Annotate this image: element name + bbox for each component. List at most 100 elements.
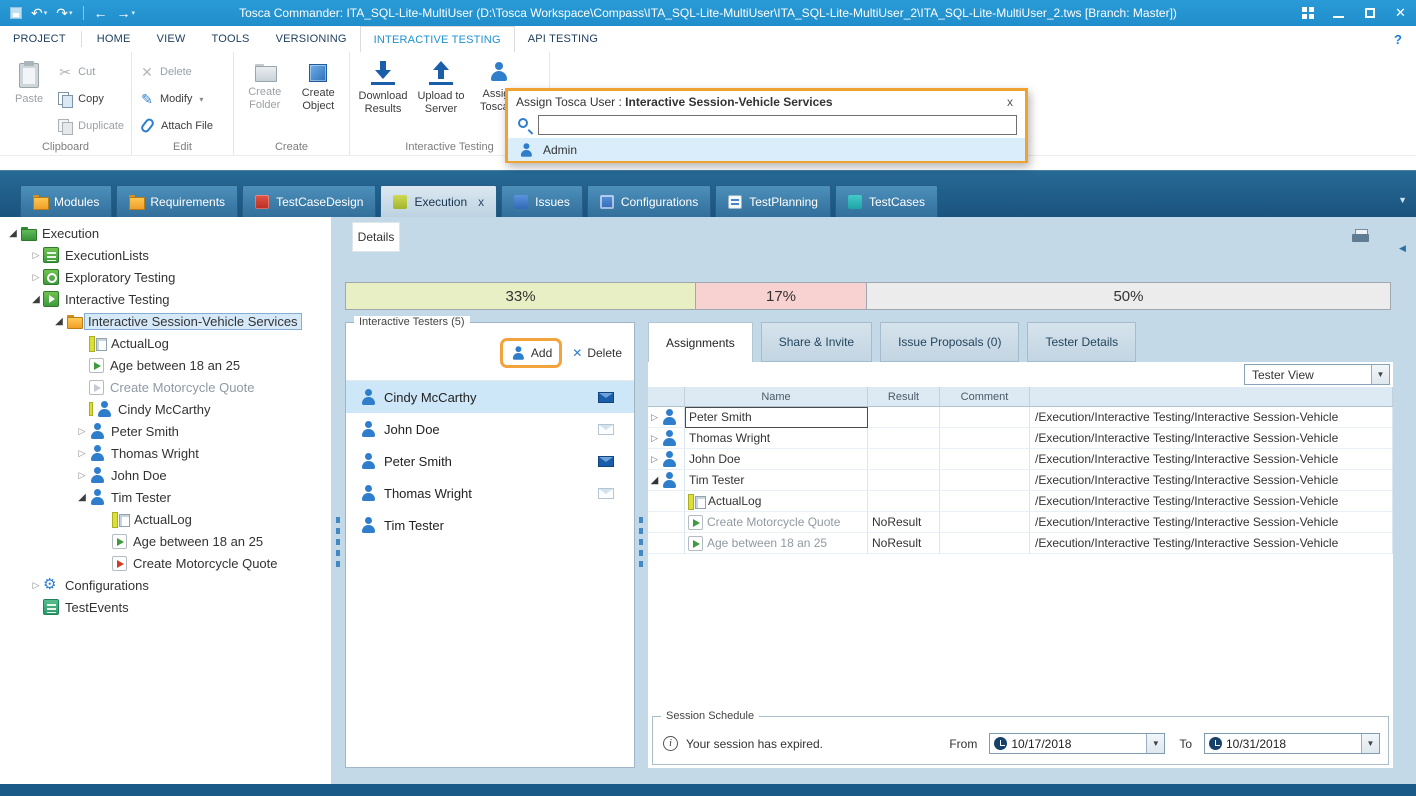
splitter-handle[interactable] xyxy=(336,517,340,571)
tree-item-execution[interactable]: ◢Execution xyxy=(0,222,331,244)
expander-icon[interactable]: ▷ xyxy=(75,470,89,481)
cut-button[interactable]: Cut xyxy=(54,63,127,81)
tester-view-dropdown[interactable]: Tester View ▼ xyxy=(1244,364,1390,385)
close-button[interactable]: ✕ xyxy=(1385,0,1416,26)
save-button[interactable] xyxy=(6,2,26,24)
expander-icon[interactable]: ▷ xyxy=(29,580,43,591)
close-tab-icon[interactable]: x xyxy=(478,195,484,209)
tree-item-interactive-session-vehicle-services[interactable]: ◢Interactive Session-Vehicle Services xyxy=(0,310,331,332)
chevron-down-icon[interactable]: ▼ xyxy=(1361,734,1379,753)
navigate-back-button[interactable]: ← xyxy=(90,2,112,24)
expander-icon[interactable]: ▷ xyxy=(648,454,661,465)
help-button[interactable]: ? xyxy=(1380,26,1416,52)
tab-details[interactable]: Details xyxy=(352,222,400,252)
expander-icon[interactable]: ◢ xyxy=(75,492,89,503)
expander-icon[interactable]: ◢ xyxy=(52,316,66,327)
create-folder-button[interactable]: Create Folder xyxy=(238,56,292,112)
copy-button[interactable]: Copy xyxy=(54,90,127,108)
assignment-row-age-between-18-an-25[interactable]: Age between 18 an 25NoResult/Execution/I… xyxy=(648,533,1393,554)
tree-item-thomas-wright[interactable]: ▷Thomas Wright xyxy=(0,442,331,464)
expander-icon[interactable]: ▷ xyxy=(648,433,661,444)
tester-row-tim-tester[interactable]: Tim Tester xyxy=(346,509,634,541)
tree-item-age-between-18-an-25[interactable]: Age between 18 an 25 xyxy=(0,354,331,376)
maximize-button[interactable] xyxy=(1354,0,1385,26)
header-name[interactable]: Name xyxy=(685,387,868,407)
tab-testcases[interactable]: TestCases xyxy=(835,185,938,217)
tree-item-peter-smith[interactable]: ▷Peter Smith xyxy=(0,420,331,442)
tab-issues[interactable]: Issues xyxy=(501,185,583,217)
upload-to-server-button[interactable]: Upload to Server xyxy=(412,56,470,116)
tree-item-john-doe[interactable]: ▷John Doe xyxy=(0,464,331,486)
close-icon[interactable]: x xyxy=(1003,95,1017,109)
menu-tab-project[interactable]: PROJECT xyxy=(0,26,79,52)
menu-tab-versioning[interactable]: VERSIONING xyxy=(263,26,360,52)
collapse-panel-arrow-icon[interactable]: ◀ xyxy=(1399,243,1406,254)
assignment-row-actuallog[interactable]: ActualLog/Execution/Interactive Testing/… xyxy=(648,491,1393,512)
chevron-down-icon[interactable]: ▾ xyxy=(69,9,73,17)
redo-button[interactable]: ↷▾ xyxy=(52,2,76,24)
tab-overflow-chevron-icon[interactable]: ▼ xyxy=(1398,195,1407,205)
menu-tab-interactive-testing[interactable]: INTERACTIVE TESTING xyxy=(360,26,515,52)
header-comment[interactable]: Comment xyxy=(940,387,1030,407)
menu-tab-view[interactable]: VIEW xyxy=(144,26,199,52)
delete-button[interactable]: Delete xyxy=(136,63,216,81)
expander-icon[interactable]: ▷ xyxy=(29,272,43,283)
expander-icon[interactable]: ◢ xyxy=(648,475,661,486)
assignment-row-john-doe[interactable]: ▷John Doe/Execution/Interactive Testing/… xyxy=(648,449,1393,470)
undo-button[interactable]: ↶▾ xyxy=(27,2,51,24)
tree-item-actuallog[interactable]: ActualLog xyxy=(0,508,331,530)
attach-file-button[interactable]: Attach File xyxy=(136,117,216,134)
expander-icon[interactable]: ◢ xyxy=(29,294,43,305)
menu-tab-home[interactable]: HOME xyxy=(84,26,144,52)
tester-row-peter-smith[interactable]: Peter Smith xyxy=(346,445,634,477)
minimize-button[interactable] xyxy=(1323,0,1354,26)
chevron-down-icon[interactable]: ▼ xyxy=(1371,365,1389,384)
tab-requirements[interactable]: Requirements xyxy=(116,185,238,217)
menu-tab-tools[interactable]: TOOLS xyxy=(198,26,262,52)
expander-icon[interactable]: ▷ xyxy=(648,412,661,423)
tree-item-create-motorcycle-quote[interactable]: Create Motorcycle Quote xyxy=(0,552,331,574)
tab-testplanning[interactable]: TestPlanning xyxy=(715,185,831,217)
tree-item-configurations[interactable]: ▷Configurations xyxy=(0,574,331,596)
tree-item-cindy-mccarthy[interactable]: Cindy McCarthy xyxy=(0,398,331,420)
tester-row-cindy-mccarthy[interactable]: Cindy McCarthy xyxy=(346,381,634,413)
header-result[interactable]: Result xyxy=(868,387,940,407)
tree-item-interactive-testing[interactable]: ◢Interactive Testing xyxy=(0,288,331,310)
assignment-row-thomas-wright[interactable]: ▷Thomas Wright/Execution/Interactive Tes… xyxy=(648,428,1393,449)
assignment-row-create-motorcycle-quote[interactable]: Create Motorcycle QuoteNoResult/Executio… xyxy=(648,512,1393,533)
chevron-down-icon[interactable]: ▾ xyxy=(44,9,48,17)
duplicate-button[interactable]: Duplicate xyxy=(54,117,127,135)
expander-icon[interactable]: ▷ xyxy=(29,250,43,261)
create-object-button[interactable]: Create Object xyxy=(292,56,346,113)
tree-item-actuallog[interactable]: ActualLog xyxy=(0,332,331,354)
add-tester-button[interactable]: Add xyxy=(510,345,552,361)
from-date-picker[interactable]: 10/17/2018 ▼ xyxy=(989,733,1165,754)
tree-item-tim-tester[interactable]: ◢Tim Tester xyxy=(0,486,331,508)
tree-item-testevents[interactable]: TestEvents xyxy=(0,596,331,618)
menu-tab-api-testing[interactable]: API TESTING xyxy=(515,26,611,52)
apps-grid-button[interactable] xyxy=(1292,0,1323,26)
tree-item-age-between-18-an-25[interactable]: Age between 18 an 25 xyxy=(0,530,331,552)
tab-share-invite[interactable]: Share & Invite xyxy=(761,322,872,362)
modify-button[interactable]: Modify ▾ xyxy=(136,90,216,108)
expander-icon[interactable]: ◢ xyxy=(6,228,20,239)
navigate-forward-button[interactable]: →▾ xyxy=(113,2,140,24)
paste-button[interactable]: Paste xyxy=(4,56,54,106)
expander-icon[interactable]: ▷ xyxy=(75,426,89,437)
to-date-picker[interactable]: 10/31/2018 ▼ xyxy=(1204,733,1380,754)
tab-tester-details[interactable]: Tester Details xyxy=(1027,322,1136,362)
download-results-button[interactable]: Download Results xyxy=(354,56,412,116)
expander-icon[interactable]: ▷ xyxy=(75,448,89,459)
chevron-down-icon[interactable]: ▼ xyxy=(1146,734,1164,753)
printer-icon[interactable] xyxy=(1352,229,1369,244)
delete-tester-button[interactable]: ✕ Delete xyxy=(572,346,622,360)
tree-item-create-motorcycle-quote[interactable]: Create Motorcycle Quote xyxy=(0,376,331,398)
tab-issue-proposals-0[interactable]: Issue Proposals (0) xyxy=(880,322,1019,362)
tester-row-john-doe[interactable]: John Doe xyxy=(346,413,634,445)
tree-item-exploratory-testing[interactable]: ▷Exploratory Testing xyxy=(0,266,331,288)
tab-testcasedesign[interactable]: TestCaseDesign xyxy=(242,185,376,217)
tree-item-executionlists[interactable]: ▷ExecutionLists xyxy=(0,244,331,266)
user-search-input[interactable] xyxy=(538,115,1017,135)
tab-assignments[interactable]: Assignments xyxy=(648,322,753,362)
chevron-down-icon[interactable]: ▾ xyxy=(132,9,136,17)
